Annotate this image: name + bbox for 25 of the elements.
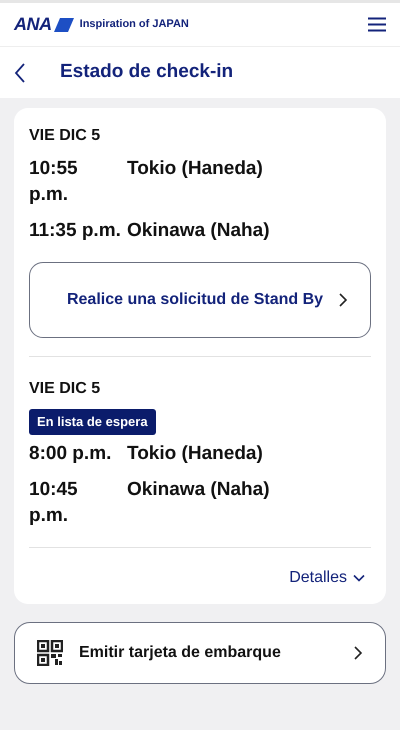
menu-icon <box>368 17 386 32</box>
airport-name: Tokio (Haneda) <box>127 442 263 466</box>
menu-button[interactable] <box>368 17 386 32</box>
standby-request-button[interactable]: Realice una solicitud de Stand By <box>29 262 371 338</box>
flight-date: VIE DIC 5 <box>29 379 102 399</box>
airport-name: Okinawa (Naha) <box>127 219 270 243</box>
airport-name: Tokio (Haneda) <box>127 157 263 181</box>
back-icon <box>14 62 26 84</box>
flight-date: VIE DIC 5 <box>29 126 102 146</box>
flight-time: 10:55 p.m. <box>29 157 79 207</box>
flight-time: 10:45 p.m. <box>29 478 79 528</box>
boarding-pass-button[interactable]: Emitir tarjeta de embarque <box>14 622 386 684</box>
logo-tagline: Inspiration of JAPAN <box>80 17 189 32</box>
chevron-down-icon <box>353 574 365 582</box>
page-title: Estado de check-in <box>60 60 234 84</box>
chevron-right-icon <box>353 644 363 660</box>
logo-text: ANA <box>14 13 52 36</box>
chevron-right-icon <box>338 292 348 308</box>
flight-time: 8:00 p.m. <box>29 442 112 466</box>
logo-stripe-icon <box>54 18 74 32</box>
flight-time: 11:35 p.m. <box>29 219 122 243</box>
details-link[interactable]: Detalles <box>289 566 365 590</box>
status-badge: En lista de espera <box>29 409 156 434</box>
qr-code-icon <box>37 640 63 666</box>
airport-name: Okinawa (Naha) <box>127 478 270 502</box>
